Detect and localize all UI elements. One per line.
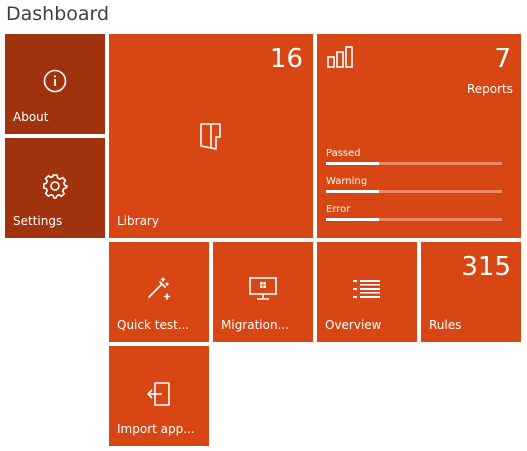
import-app-label: Import app... — [117, 422, 195, 436]
reports-tile[interactable]: 7 Reports Passed Warning Error — [317, 34, 521, 238]
warning-bar — [326, 190, 502, 193]
passed-bar-fill — [326, 162, 379, 165]
page-title: Dashboard — [6, 3, 110, 25]
reports-label: Reports — [466, 82, 513, 96]
info-icon — [43, 69, 67, 93]
gear-icon — [43, 174, 68, 199]
book-icon — [200, 123, 221, 150]
overview-tile[interactable]: Overview — [317, 242, 417, 342]
error-bar-fill — [326, 218, 379, 221]
magic-wand-icon — [148, 277, 171, 300]
settings-label: Settings — [13, 214, 63, 228]
error-label: Error — [326, 204, 351, 215]
rules-label: Rules — [429, 318, 462, 332]
bar-chart-icon — [327, 46, 353, 68]
migration-label: Migration... — [221, 318, 290, 332]
error-bar — [326, 218, 502, 221]
rules-tile[interactable]: 315 Rules — [421, 242, 521, 342]
library-tile[interactable]: 16 Library — [109, 34, 313, 238]
warning-bar-fill — [326, 190, 379, 193]
library-label: Library — [117, 214, 159, 228]
library-count: 16 — [269, 44, 303, 74]
passed-label: Passed — [326, 148, 361, 159]
migration-tile[interactable]: Migration... — [213, 242, 313, 342]
about-tile[interactable]: About — [5, 34, 105, 134]
reports-count: 7 — [494, 44, 511, 74]
settings-tile[interactable]: Settings — [5, 138, 105, 238]
warning-label: Warning — [326, 176, 368, 187]
quick-test-label: Quick test... — [117, 318, 190, 332]
import-icon — [147, 382, 170, 406]
passed-bar — [326, 162, 502, 165]
about-label: About — [13, 110, 49, 124]
import-app-tile[interactable]: Import app... — [109, 346, 209, 446]
overview-label: Overview — [325, 318, 382, 332]
rules-count: 315 — [461, 252, 511, 282]
monitor-windows-icon — [249, 277, 277, 300]
list-icon — [353, 280, 380, 298]
quick-test-tile[interactable]: Quick test... — [109, 242, 209, 342]
